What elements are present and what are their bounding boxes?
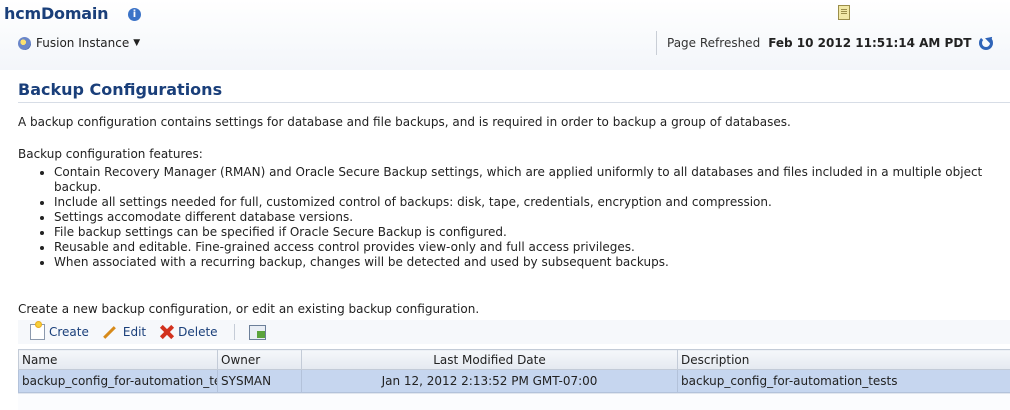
feature-item: Reusable and editable. Fine-grained acce… [54, 240, 1010, 255]
edit-label: Edit [123, 325, 146, 339]
delete-label: Delete [178, 325, 217, 339]
features-heading: Backup configuration features: [18, 147, 203, 161]
create-prompt: Create a new backup configuration, or ed… [18, 302, 479, 316]
fusion-instance-menu[interactable]: Fusion Instance ▼ [18, 33, 140, 53]
document-icon[interactable] [838, 5, 850, 20]
create-icon [30, 324, 45, 340]
table-header-row: Name Owner Last Modified Date Descriptio… [19, 350, 1010, 370]
page-title: Backup Configurations [18, 80, 222, 99]
features-list: Contain Recovery Manager (RMAN) and Orac… [38, 165, 1010, 270]
create-button[interactable]: Create [30, 324, 89, 340]
table-toolbar: Create Edit Delete [18, 320, 1010, 344]
feature-item: Contain Recovery Manager (RMAN) and Orac… [54, 165, 1010, 195]
domain-title[interactable]: hcmDomain [4, 4, 108, 23]
feature-item: File backup settings can be specified if… [54, 225, 1010, 240]
detach-table-icon[interactable] [249, 325, 266, 340]
cell-last-modified[interactable]: Jan 12, 2012 2:13:52 PM GMT-07:00 [302, 370, 678, 393]
refresh-icon[interactable] [979, 36, 993, 50]
table-empty-area [18, 393, 1010, 410]
intro-text: A backup configuration contains settings… [18, 115, 1008, 129]
edit-button[interactable]: Edit [103, 325, 146, 339]
instance-menu-label: Fusion Instance [36, 36, 129, 50]
create-label: Create [49, 325, 89, 339]
feature-item: Settings accomodate different database v… [54, 210, 1010, 225]
delete-x-icon [160, 325, 174, 339]
chevron-down-icon: ▼ [133, 38, 140, 48]
cell-owner[interactable]: SYSMAN [218, 370, 302, 393]
info-icon[interactable]: i [128, 8, 141, 21]
table-row[interactable]: backup_config_for-automation_tests SYSMA… [19, 370, 1010, 393]
refreshed-time: Feb 10 2012 11:51:14 AM PDT [768, 36, 971, 50]
backup-configurations-table: Name Owner Last Modified Date Descriptio… [18, 349, 1010, 393]
fusion-instance-icon [18, 37, 31, 50]
column-header-name[interactable]: Name [19, 350, 218, 370]
cell-description[interactable]: backup_config_for-automation_tests [678, 370, 1010, 393]
page-refresh-area: Page Refreshed Feb 10 2012 11:51:14 AM P… [656, 31, 1010, 55]
toolbar-separator [234, 324, 235, 340]
pencil-icon [103, 325, 119, 339]
cell-name[interactable]: backup_config_for-automation_tests [19, 370, 218, 393]
column-header-last-modified[interactable]: Last Modified Date [302, 350, 678, 370]
feature-item: Include all settings needed for full, cu… [54, 195, 1010, 210]
column-header-owner[interactable]: Owner [218, 350, 302, 370]
refreshed-label: Page Refreshed [667, 36, 760, 50]
feature-item: When associated with a recurring backup,… [54, 255, 1010, 270]
title-divider [18, 102, 1010, 103]
delete-button[interactable]: Delete [160, 325, 217, 339]
column-header-description[interactable]: Description [678, 350, 1010, 370]
